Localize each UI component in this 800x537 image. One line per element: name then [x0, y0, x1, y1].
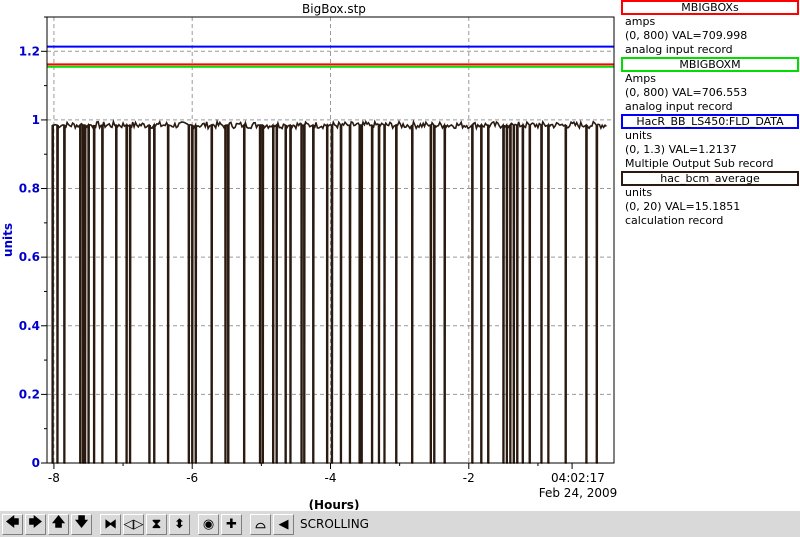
pan-right-button[interactable]: 🡆	[25, 513, 46, 535]
y-tick-label: 1	[32, 113, 40, 127]
legend-entry[interactable]: HacR_BB_LS450:FLD_DATA units (0, 1.3) VAL=…	[621, 114, 800, 171]
scroll-icon: ◀	[278, 516, 289, 532]
zoom-out-y-button[interactable]: ⬍	[169, 513, 190, 535]
arrow-up-icon: 🡅	[51, 515, 66, 530]
y-tick-label: 0.2	[19, 387, 40, 401]
legend-entry[interactable]: MBIGBOXs amps (0, 800) VAL=709.998 analog i…	[621, 0, 800, 57]
zoom-in-y-button[interactable]: ⧗	[146, 513, 167, 535]
x-tick-label: -4	[325, 471, 337, 485]
x-tick-label: -6	[186, 471, 198, 485]
auto-scale-button[interactable]: ◉	[198, 513, 219, 535]
legend-series-name[interactable]: MBIGBOXs	[621, 0, 799, 15]
legend-panel: MBIGBOXs amps (0, 800) VAL=709.998 analog i…	[621, 0, 800, 510]
y-ticks: 0 0.2 0.4 0.6 0.8 1 1.2	[19, 16, 47, 470]
scroll-mode-button[interactable]: ◀	[273, 513, 294, 535]
legend-record: analog input record	[625, 100, 733, 113]
y-axis-label: units	[1, 223, 15, 257]
legend-units: Amps	[625, 72, 656, 85]
legend-series-name[interactable]: hac_bcm_average	[621, 171, 799, 186]
chart-title: BigBox.stp	[302, 2, 366, 16]
legend-record: Multiple Output Sub record	[625, 157, 774, 170]
x-tick-label: -8	[48, 471, 60, 485]
arrow-right-icon: 🡆	[28, 515, 43, 530]
legend-record: calculation record	[625, 214, 724, 227]
reset-button[interactable]: ⌓	[250, 513, 271, 535]
y-tick-label: 0.6	[19, 250, 40, 264]
zoom-out-x-button[interactable]: ◁▷	[123, 513, 144, 535]
x-ticks: -8 -6 -4 -2	[48, 463, 573, 485]
pan-down-button[interactable]: 🡇	[71, 513, 92, 535]
y-tick-label: 0	[32, 456, 40, 470]
zoom-button[interactable]: ✚	[221, 513, 242, 535]
x-axis-label: (Hours)	[309, 498, 360, 510]
legend-range: (0, 800) VAL=706.553	[625, 86, 748, 99]
arrow-left-icon: 🡄	[5, 515, 20, 530]
zoom-in-x-icon: ⧓	[104, 516, 117, 532]
legend-entry[interactable]: hac_bcm_average units (0, 20) VAL=15.1851 c…	[621, 171, 800, 228]
legend-series-name[interactable]: MBIGBOXM	[621, 57, 799, 72]
x-tick-label: -2	[463, 471, 475, 485]
zoom-in-y-icon: ⧗	[151, 516, 162, 532]
plot-area[interactable]: BigBox.stp units 00.20.40.60.811.2 -8 -6-…	[0, 0, 621, 510]
legend-record: analog input record	[625, 43, 733, 56]
legend-range: (0, 1.3) VAL=1.2137	[625, 143, 737, 156]
plus-icon: ✚	[226, 516, 237, 532]
legend-series-name[interactable]: HacR_BB_LS450:FLD_DATA	[621, 114, 799, 129]
y-tick-label: 0.4	[19, 319, 40, 333]
zoom-out-y-icon: ⬍	[174, 516, 185, 532]
legend-units: amps	[625, 15, 656, 28]
end-time-label: 04:02:17	[551, 471, 605, 485]
pan-left-button[interactable]: 🡄	[2, 513, 23, 535]
legend-range: (0, 800) VAL=709.998	[625, 29, 748, 42]
target-icon: ◉	[202, 516, 215, 532]
y-tick-label: 0.8	[19, 182, 40, 196]
legend-range: (0, 20) VAL=15.1851	[625, 200, 741, 213]
pan-up-button[interactable]: 🡅	[48, 513, 69, 535]
arrow-down-icon: 🡇	[74, 515, 89, 530]
end-date-label: Feb 24, 2009	[539, 486, 618, 500]
legend-entry[interactable]: MBIGBOXM Amps (0, 800) VAL=706.553 analog i…	[621, 57, 800, 114]
reset-icon: ⌓	[255, 516, 266, 532]
zoom-out-x-icon: ◁▷	[123, 516, 144, 532]
zoom-in-x-button[interactable]: ⧓	[100, 513, 121, 535]
legend-units: units	[625, 129, 653, 142]
y-tick-label: 1.2	[19, 44, 40, 58]
toolbar: 🡄 🡆 🡅 🡇 ⧓ ◁▷ ⧗ ⬍ ◉ ✚ ⌓ ◀ SCROLLING	[0, 510, 800, 537]
legend-units: units	[625, 186, 653, 199]
mode-label: SCROLLING	[300, 517, 369, 531]
